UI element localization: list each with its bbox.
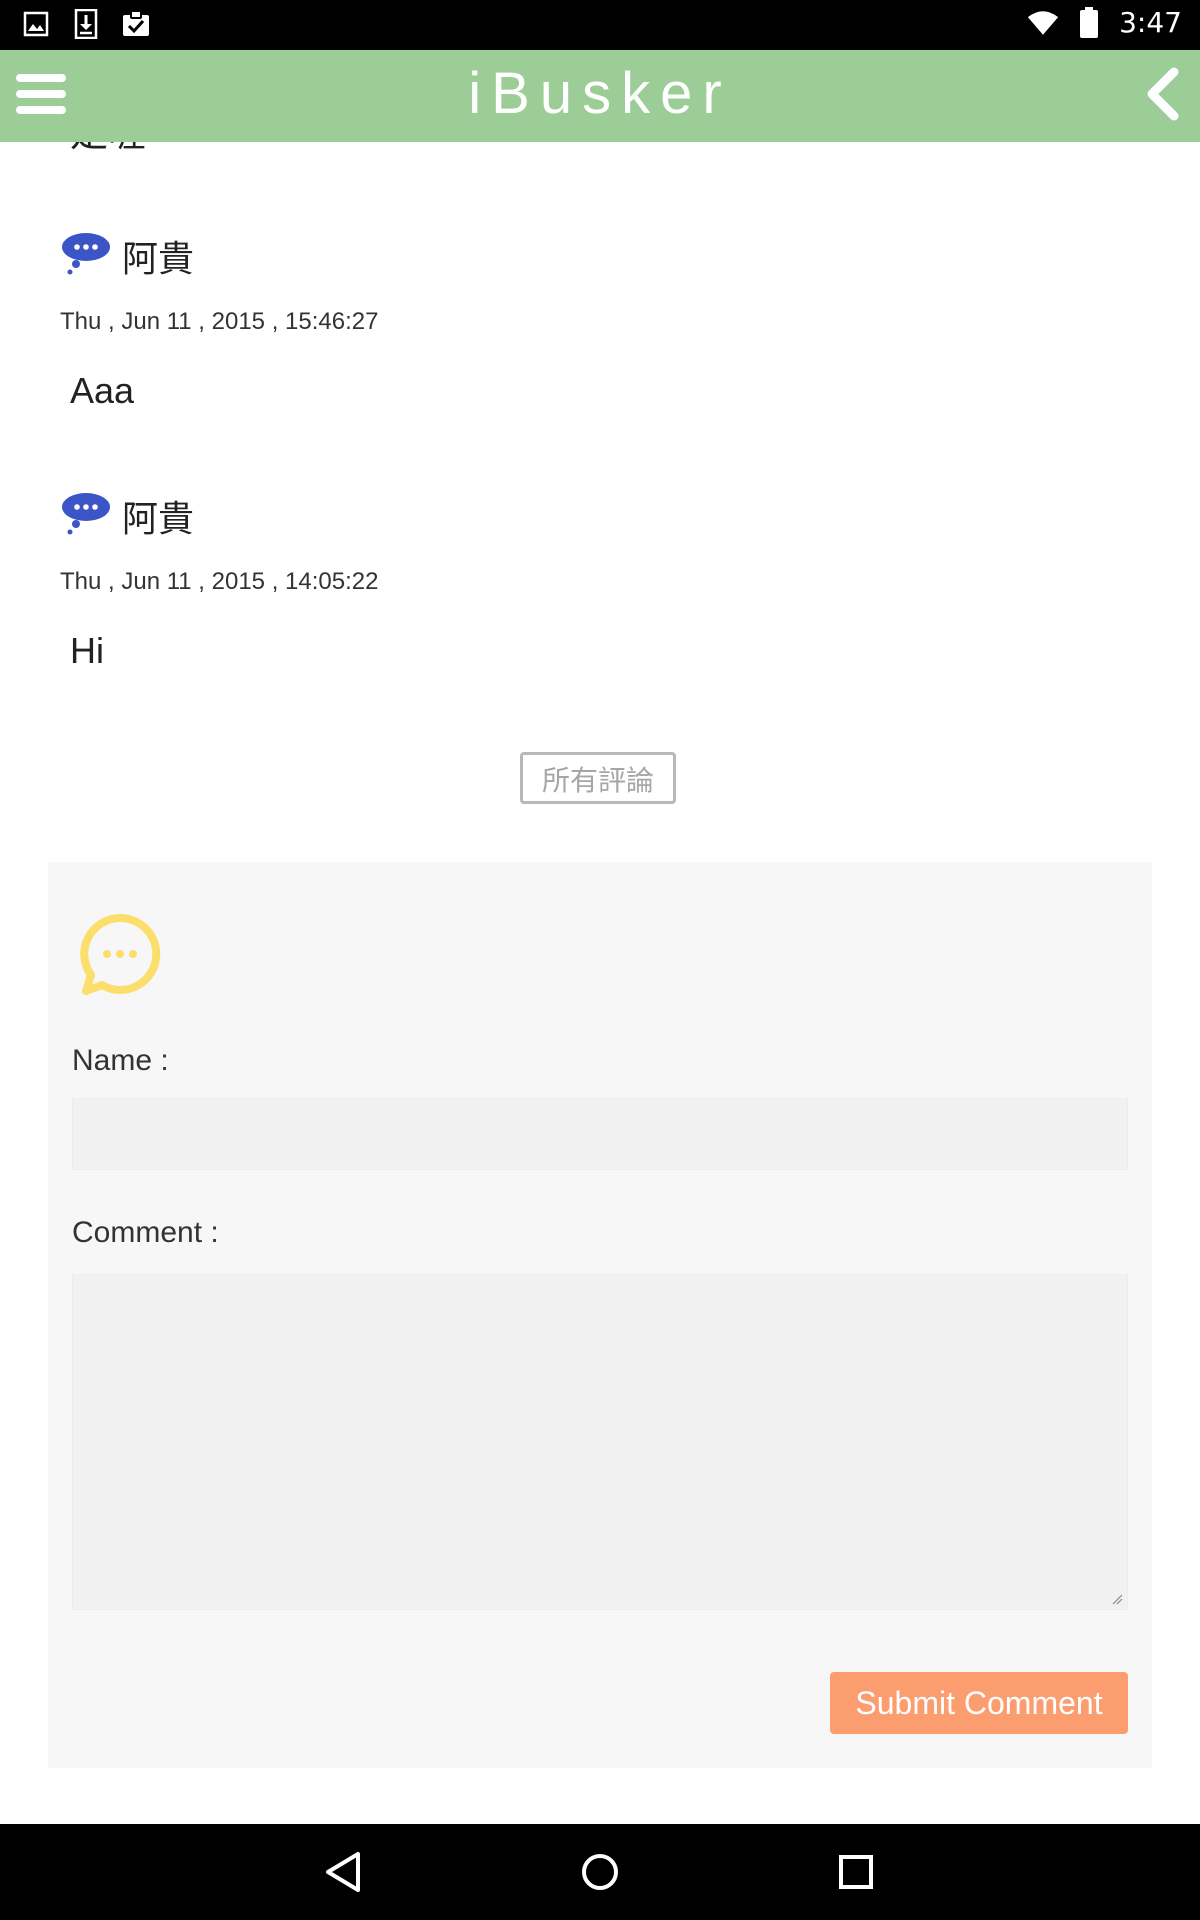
- back-triangle-icon[interactable]: [316, 1844, 372, 1900]
- status-bar-notifications: [20, 8, 152, 40]
- comment-date: Thu , Jun 11 , 2015 , 14:05:22: [60, 568, 379, 595]
- speech-bubble-icon: [60, 232, 112, 280]
- content-area[interactable]: 是喔 阿貴 Thu , Jun 11 , 2015 , 15:46:27 Aaa: [0, 142, 1200, 1824]
- comment-author: 阿貴: [122, 239, 195, 280]
- image-icon: [20, 8, 52, 40]
- comment-form: Name : Comment : Submit Comment: [48, 862, 1152, 1768]
- comment-item: 阿貴 Thu , Jun 11 , 2015 , 15:46:27 Aaa: [60, 230, 378, 412]
- app-title: iBusker: [468, 61, 732, 126]
- download-icon: [70, 8, 102, 40]
- all-comments-button[interactable]: 所有評論: [520, 752, 676, 804]
- comment-item: 阿貴 Thu , Jun 11 , 2015 , 14:05:22 Hi: [60, 490, 378, 672]
- chat-bubble-icon: [78, 912, 162, 996]
- system-nav-bar: [0, 1824, 1200, 1920]
- resize-handle-icon[interactable]: [1111, 1593, 1123, 1605]
- status-bar: 3:47: [0, 0, 1200, 50]
- name-label: Name :: [72, 1044, 169, 1077]
- chevron-left-icon[interactable]: [1134, 64, 1190, 124]
- app-bar: iBusker: [0, 50, 1200, 142]
- status-time: 3:47: [1119, 6, 1182, 39]
- comment-label: Comment :: [72, 1216, 219, 1249]
- partial-comment-text: 是喔: [70, 142, 146, 157]
- speech-bubble-icon: [60, 492, 112, 540]
- comment-text: Aaa: [70, 370, 135, 411]
- recents-square-icon[interactable]: [828, 1844, 884, 1900]
- comment-author: 阿貴: [122, 499, 195, 540]
- comment-date: Thu , Jun 11 , 2015 , 15:46:27: [60, 308, 379, 335]
- name-input[interactable]: [72, 1098, 1128, 1170]
- submit-comment-button[interactable]: Submit Comment: [830, 1672, 1128, 1734]
- battery-icon: [1073, 6, 1105, 39]
- clipboard-check-icon: [120, 8, 152, 40]
- wifi-icon: [1027, 7, 1059, 39]
- comment-textarea[interactable]: [72, 1274, 1128, 1610]
- comment-text: Hi: [70, 630, 104, 671]
- home-circle-icon[interactable]: [572, 1844, 628, 1900]
